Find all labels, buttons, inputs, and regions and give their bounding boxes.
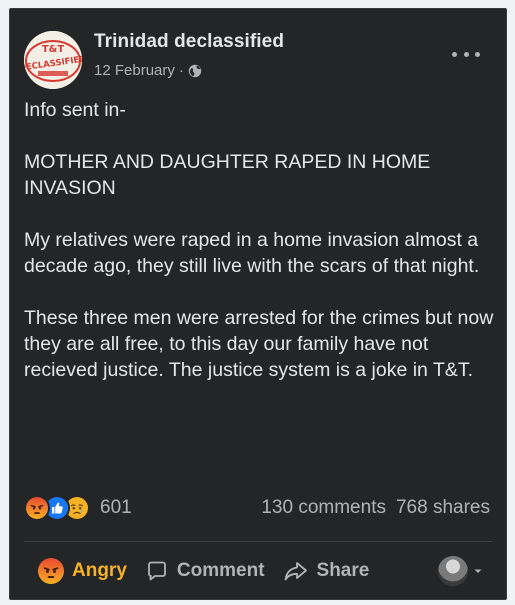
post-body: Info sent in- MOTHER AND DAUGHTER RAPED … bbox=[24, 97, 498, 383]
post-card: T&T DECLASSIFIED Trinidad declassified 1… bbox=[9, 8, 507, 600]
page-name[interactable]: Trinidad declassified bbox=[94, 31, 284, 53]
reactions-summary[interactable]: 601 bbox=[24, 495, 132, 521]
caret-down-icon bbox=[474, 569, 482, 573]
post-date[interactable]: 12 February bbox=[94, 62, 175, 79]
avatar bbox=[438, 556, 468, 586]
angry-icon bbox=[38, 558, 64, 584]
post-paragraph: These three men were arrested for the cr… bbox=[24, 307, 494, 381]
react-button[interactable]: Angry bbox=[38, 558, 127, 584]
avatar-logo-icon: T&T DECLASSIFIED bbox=[24, 31, 82, 89]
post-paragraph: MOTHER AND DAUGHTER RAPED IN HOME INVASI… bbox=[24, 151, 431, 199]
svg-text:T&T: T&T bbox=[42, 44, 65, 55]
meta-separator: · bbox=[178, 62, 184, 79]
reaction-count[interactable]: 601 bbox=[100, 497, 132, 519]
comment-button-label: Comment bbox=[176, 560, 265, 581]
comments-count[interactable]: 130 comments bbox=[261, 497, 386, 519]
shares-count[interactable]: 768 shares bbox=[396, 497, 490, 519]
divider bbox=[24, 541, 492, 542]
react-button-label: Angry bbox=[72, 560, 127, 581]
more-options-button[interactable] bbox=[452, 47, 480, 61]
share-button-label: Share bbox=[316, 560, 370, 581]
dot-icon bbox=[475, 51, 480, 57]
page-avatar[interactable]: T&T DECLASSIFIED bbox=[24, 31, 82, 89]
post-paragraph: Info sent in- bbox=[24, 99, 126, 121]
dot-icon bbox=[452, 51, 457, 57]
post-meta: 12 February · bbox=[94, 62, 202, 79]
share-icon bbox=[284, 562, 307, 581]
angry-icon bbox=[24, 495, 50, 521]
share-button[interactable]: Share bbox=[283, 559, 370, 583]
reaction-as-selector[interactable] bbox=[438, 556, 484, 586]
comment-button[interactable]: Comment bbox=[145, 559, 265, 583]
action-bar: Angry Comment Share bbox=[24, 551, 492, 591]
dot-icon bbox=[463, 51, 469, 57]
post-paragraph: My relatives were raped in a home invasi… bbox=[24, 229, 480, 277]
comment-icon bbox=[148, 561, 166, 581]
globe-icon bbox=[188, 64, 202, 77]
engagement-stats: 130 comments 768 shares bbox=[261, 497, 490, 519]
